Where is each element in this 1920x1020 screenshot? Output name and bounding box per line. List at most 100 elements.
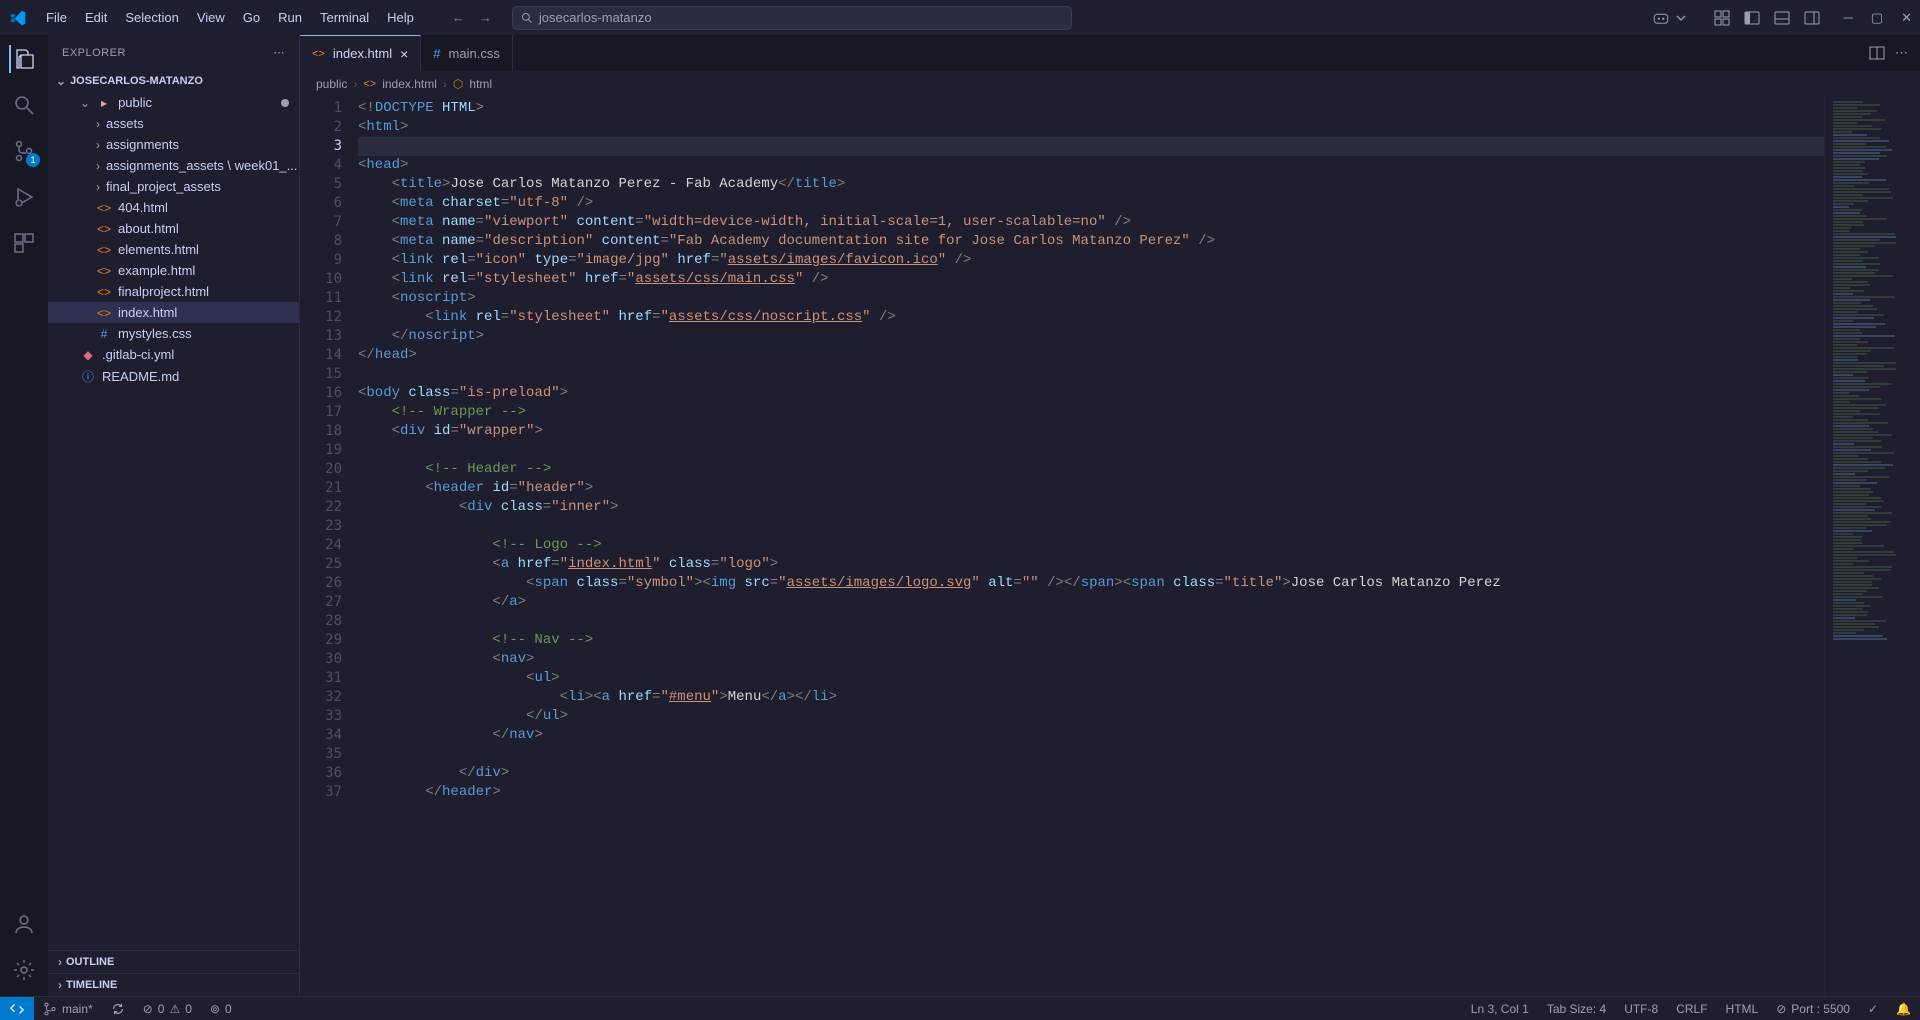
- more-actions-icon[interactable]: ⋯: [1895, 45, 1908, 61]
- tree-folder-assignments[interactable]: ›assignments: [48, 134, 299, 155]
- tree-label: finalproject.html: [118, 284, 209, 299]
- status-radio[interactable]: ⊚0: [201, 1002, 241, 1016]
- nav-forward-icon[interactable]: →: [479, 10, 492, 25]
- source-control-icon[interactable]: 1: [10, 137, 38, 165]
- tree-label: assignments_assets \ week01_...: [106, 158, 298, 173]
- status-problems[interactable]: ⊘0⚠0: [134, 1002, 201, 1016]
- tree-folder-assets[interactable]: ›assets: [48, 113, 299, 134]
- chevron-right-icon: ›: [96, 117, 100, 131]
- close-window-icon[interactable]: ✕: [1901, 10, 1912, 26]
- file-tree: ⌄▸public ›assets ›assignments › assignmen…: [48, 92, 299, 950]
- tree-file-readme[interactable]: ⓘREADME.md: [48, 365, 299, 388]
- panel-bottom-icon[interactable]: [1774, 10, 1790, 26]
- title-bar: File Edit Selection View Go Run Terminal…: [0, 0, 1920, 35]
- status-bar: main* ⊘0⚠0 ⊚0 Ln 3, Col 1 Tab Size: 4 UT…: [0, 996, 1920, 1020]
- tree-label: .gitlab-ci.yml: [102, 347, 174, 362]
- menu-run[interactable]: Run: [270, 6, 310, 29]
- sidebar-more-icon[interactable]: ⋯: [274, 46, 286, 59]
- explorer-icon[interactable]: [9, 45, 37, 73]
- status-sync[interactable]: [102, 1002, 134, 1016]
- layout-customize-icon[interactable]: [1714, 10, 1730, 26]
- minimap[interactable]: [1824, 97, 1920, 996]
- port-label: Port : 5500: [1791, 1002, 1850, 1016]
- chevron-right-icon: ›: [96, 159, 100, 173]
- status-branch[interactable]: main*: [34, 1002, 102, 1016]
- modified-dot-icon: [281, 99, 289, 107]
- broadcast-icon: ⊘: [1776, 1002, 1786, 1016]
- warning-icon: ⚠: [169, 1002, 180, 1016]
- tree-folder-assignments-assets[interactable]: › assignments_assets \ week01_...: [48, 155, 299, 176]
- split-editor-icon[interactable]: [1869, 45, 1885, 61]
- tree-file-gitlab-ci[interactable]: ◆ .gitlab-ci.yml: [48, 344, 299, 365]
- tree-file-mystyles[interactable]: #mystyles.css: [48, 323, 299, 344]
- html-file-icon: <>: [96, 306, 112, 320]
- extensions-icon[interactable]: [10, 229, 38, 257]
- tree-file-elements[interactable]: <>elements.html: [48, 239, 299, 260]
- tree-file-404[interactable]: <>404.html: [48, 197, 299, 218]
- timeline-section[interactable]: ›TIMELINE: [48, 973, 299, 996]
- breadcrumb[interactable]: public › <> index.html › ⬡ html: [300, 71, 1920, 97]
- nav-arrows: ← →: [452, 10, 492, 25]
- chevron-down-icon: ⌄: [56, 74, 66, 88]
- info-file-icon: ⓘ: [80, 368, 96, 385]
- copilot-icon[interactable]: [1652, 10, 1670, 26]
- command-center[interactable]: josecarlos-matanzo: [512, 6, 1072, 30]
- tree-file-index[interactable]: <>index.html: [48, 302, 299, 323]
- chevron-right-icon: ›: [58, 955, 62, 969]
- search-activity-icon[interactable]: [10, 91, 38, 119]
- breadcrumb-item[interactable]: html: [469, 77, 492, 91]
- code-editor[interactable]: <!DOCTYPE HTML><html><head> <title>Jose …: [358, 97, 1824, 996]
- bell-icon: 🔔: [1896, 1002, 1911, 1016]
- tab-index-html[interactable]: <> index.html ×: [300, 35, 421, 71]
- tree-file-finalproject[interactable]: <> finalproject.html: [48, 281, 299, 302]
- radio-icon: ⊚: [210, 1002, 220, 1016]
- chevron-down-icon[interactable]: [1676, 13, 1686, 23]
- error-icon: ⊘: [143, 1002, 153, 1016]
- status-indentation[interactable]: Tab Size: 4: [1538, 1002, 1615, 1016]
- status-notifications[interactable]: 🔔: [1887, 1002, 1920, 1016]
- menu-file[interactable]: File: [38, 6, 75, 29]
- sidebar-title: EXPLORER: [62, 47, 126, 59]
- tree-file-example[interactable]: <>example.html: [48, 260, 299, 281]
- run-debug-icon[interactable]: [10, 183, 38, 211]
- settings-gear-icon[interactable]: [10, 956, 38, 984]
- outline-section[interactable]: ›OUTLINE: [48, 950, 299, 973]
- menu-go[interactable]: Go: [235, 6, 268, 29]
- tab-main-css[interactable]: # main.css: [421, 35, 513, 71]
- maximize-icon[interactable]: ▢: [1871, 10, 1883, 26]
- panel-right-icon[interactable]: [1804, 10, 1820, 26]
- sidebar: EXPLORER ⋯ ⌄ JOSECARLOS-MATANZO ⌄▸public…: [48, 35, 300, 996]
- tree-folder-final-project-assets[interactable]: ›final_project_assets: [48, 176, 299, 197]
- status-language[interactable]: HTML: [1717, 1002, 1768, 1016]
- nav-back-icon[interactable]: ←: [452, 10, 465, 25]
- status-prettier[interactable]: ✓: [1859, 1002, 1887, 1016]
- breadcrumb-item[interactable]: public: [316, 77, 347, 91]
- status-live-server[interactable]: ⊘ Port : 5500: [1767, 1002, 1859, 1016]
- close-tab-icon[interactable]: ×: [400, 46, 408, 62]
- symbol-icon: ⬡: [453, 77, 463, 91]
- status-eol[interactable]: CRLF: [1667, 1002, 1716, 1016]
- chevron-right-icon: ›: [353, 77, 357, 91]
- menu-terminal[interactable]: Terminal: [312, 6, 377, 29]
- status-cursor[interactable]: Ln 3, Col 1: [1462, 1002, 1538, 1016]
- menu-selection[interactable]: Selection: [117, 6, 186, 29]
- status-encoding[interactable]: UTF-8: [1615, 1002, 1667, 1016]
- chevron-right-icon: ›: [443, 77, 447, 91]
- tree-label: mystyles.css: [118, 326, 192, 341]
- remote-indicator[interactable]: [0, 997, 34, 1020]
- tree-file-about[interactable]: <>about.html: [48, 218, 299, 239]
- breadcrumb-item[interactable]: index.html: [382, 77, 437, 91]
- gitlab-file-icon: ◆: [80, 348, 96, 362]
- panel-left-icon[interactable]: [1744, 10, 1760, 26]
- workspace-folder[interactable]: ⌄ JOSECARLOS-MATANZO: [48, 70, 299, 92]
- branch-name: main*: [62, 1002, 93, 1016]
- menu-view[interactable]: View: [189, 6, 233, 29]
- menu-help[interactable]: Help: [379, 6, 422, 29]
- menu-edit[interactable]: Edit: [77, 6, 115, 29]
- vscode-icon: [8, 8, 28, 28]
- minimize-icon[interactable]: ─: [1844, 10, 1853, 26]
- folder-icon: ▸: [96, 96, 112, 110]
- accounts-icon[interactable]: [10, 910, 38, 938]
- tree-folder-public[interactable]: ⌄▸public: [48, 92, 299, 113]
- html-file-icon: <>: [96, 285, 112, 299]
